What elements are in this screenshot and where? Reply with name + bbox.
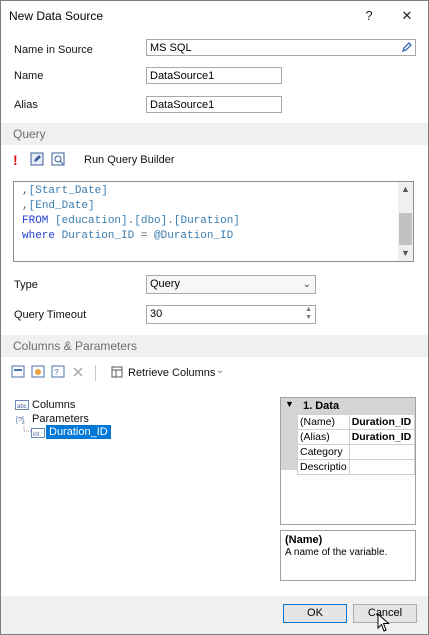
code-token: = [140,230,155,242]
query-editor[interactable]: ,[Start_Date] ,[End_Date] FROM [education]… [13,181,414,262]
property-category-label: 1. Data [303,400,340,412]
query-timeout-label: Query Timeout [14,309,87,321]
ok-button[interactable]: OK [283,604,347,623]
add-calculated-column-icon[interactable] [31,365,45,378]
alias-value: DataSource1 [150,99,215,111]
scroll-up-icon[interactable]: ▲ [398,182,413,197]
code-token: education [61,215,122,227]
query-timeout-stepper[interactable]: 30 ▲ ▼ [146,305,316,324]
alias-label: Alias [14,99,38,111]
name-in-source-field[interactable]: MS SQL [146,39,416,56]
query-code[interactable]: ,[Start_Date] ,[End_Date] FROM [education]… [22,184,240,244]
property-name: Category [297,444,350,460]
name-field[interactable]: DataSource1 [146,67,282,84]
property-value[interactable] [348,444,416,460]
name-value: DataSource1 [150,70,215,82]
add-column-icon[interactable] [11,365,25,378]
property-category-row[interactable]: ▼ 1. Data [281,398,415,414]
title-bar: New Data Source ? ✕ [1,1,428,31]
type-select[interactable]: Query ⌄ [146,275,316,294]
alias-field[interactable]: DataSource1 [146,96,282,113]
property-help-title: (Name) [285,534,323,546]
property-table: (Name) Duration_ID (Alias) Duration_ID C… [297,414,416,475]
chevron-down-icon: ⌄ [302,279,311,290]
property-row[interactable]: (Name) Duration_ID [297,414,416,430]
retrieve-columns-icon[interactable] [111,366,123,378]
property-value[interactable]: Duration_ID [348,414,416,430]
close-button[interactable]: ✕ [397,6,417,26]
run-query-builder-button[interactable]: Run Query Builder [84,154,175,166]
stepper-arrows-icon[interactable]: ▲ ▼ [305,306,312,322]
property-help-text: A name of the variable. [285,547,388,558]
columns-toolbar-icons: ? [11,364,101,380]
exclamation-icon[interactable]: ! [13,152,23,168]
delete-icon[interactable] [71,365,85,378]
code-token: ].[ [160,215,181,227]
parameter-item-icon: int [31,428,45,438]
query-scrollbar[interactable]: ▲ ▼ [398,182,413,261]
property-grid: ▼ 1. Data (Name) Duration_ID (Alias) Dur… [280,397,416,525]
scrollbar-thumb[interactable] [399,213,412,245]
help-button[interactable]: ? [359,6,379,26]
code-token: ] [233,215,240,227]
query-code-line[interactable]: where Duration_ID = @Duration_ID [22,229,240,244]
code-token: End_Date [35,200,89,212]
tree-parameter-duration-id[interactable]: Duration_ID [46,425,111,439]
tree-columns-node[interactable]: Columns [32,399,75,411]
code-token: dbo [140,215,161,227]
tree-parameters-node[interactable]: Parameters [32,413,89,425]
property-name: Descriptio [297,459,350,475]
property-name: (Name) [297,414,350,430]
query-timeout-value: 30 [150,308,163,320]
svg-text:?: ? [54,368,59,377]
code-token: ] [101,185,108,197]
code-token: where [22,230,62,242]
property-value[interactable]: Duration_ID [348,429,416,445]
code-token: [ [55,215,62,227]
query-builder-icon[interactable] [51,152,65,166]
name-in-source-label: Name in Source [14,44,93,56]
type-label: Type [14,279,38,291]
type-value: Query [150,278,180,290]
name-in-source-value: MS SQL [150,42,192,54]
collapse-icon[interactable]: ▼ [285,399,294,409]
property-grid-gutter [281,414,297,470]
query-code-line[interactable]: FROM [education].[dbo].[Duration] [22,214,240,229]
new-data-source-dialog: New Data Source ? ✕ Name in Source MS SQ… [0,0,429,635]
retrieve-columns-dropdown-icon[interactable]: ⌄ [216,365,224,376]
dialog-footer: OK Cancel [1,596,428,634]
code-token: Duration [180,215,234,227]
query-code-line[interactable]: ,[End_Date] [22,199,240,214]
property-row[interactable]: (Alias) Duration_ID [297,429,416,445]
code-token: Duration_ID [61,230,141,242]
name-label: Name [14,70,44,82]
code-token: ] [88,200,95,212]
retrieve-columns-button[interactable]: Retrieve Columns [128,367,215,379]
add-parameter-icon[interactable]: ? [51,365,65,378]
edit-query-icon[interactable] [30,152,44,166]
pencil-icon[interactable] [401,42,412,53]
code-token: Start_Date [35,185,102,197]
svg-text:abc: abc [17,404,27,410]
code-token: , [22,185,29,197]
window-title: New Data Source [9,9,104,23]
query-code-line[interactable]: ,[Start_Date] [22,184,240,199]
code-token: ].[ [121,215,141,227]
mouse-cursor-icon [377,613,390,632]
query-section-header: Query [1,123,428,145]
scroll-down-icon[interactable]: ▼ [398,246,413,261]
property-value[interactable] [348,459,416,475]
columns-node-icon: abc [15,400,29,410]
property-row[interactable]: Category [297,444,416,460]
property-help-panel: (Name) A name of the variable. [280,530,416,581]
code-token: , [22,200,29,212]
columns-parameters-section-header: Columns & Parameters [1,335,428,357]
toolbar-divider [95,365,96,381]
property-name: (Alias) [297,429,350,445]
property-row[interactable]: Descriptio [297,459,416,475]
code-token: FROM [22,215,56,227]
code-token: @Duration_ID [154,230,234,242]
svg-text:int: int [33,432,40,438]
